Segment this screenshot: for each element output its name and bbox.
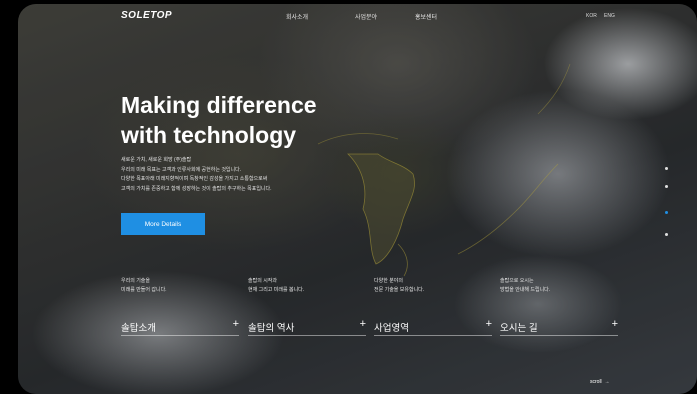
card-desc-line: 현재 그리고 미래를 봅니다.: [248, 287, 305, 293]
slide-dot[interactable]: [665, 167, 668, 170]
hero-frame: SOLETOP 회사소개 사업분야 홍보센터 KOR ENG Making di…: [18, 4, 697, 394]
scroll-indicator[interactable]: scroll →: [590, 379, 609, 385]
arrow-right-icon: →: [603, 379, 610, 385]
plus-icon[interactable]: +: [360, 319, 366, 330]
slide-pagination: [665, 167, 671, 239]
hero-title: Making difference with technology: [121, 90, 421, 150]
card-desc-line: 다양한 분야의: [374, 278, 403, 284]
card-desc-line: 방법을 안내해 드립니다.: [500, 287, 551, 293]
card-company-intro[interactable]: 우리의 기술을 미래를 만들어 갑니다. 솔탑소개 +: [121, 277, 239, 337]
hero-description: 새로운 가치, 새로운 희망 (주)솔탑 우리의 미래 목표는 고객과 인류사회…: [121, 156, 381, 194]
card-desc-line: 우리의 기술을: [121, 278, 150, 284]
card-desc-line: 전문 기술을 보유합니다.: [374, 287, 425, 293]
divider: [248, 335, 366, 336]
plus-icon[interactable]: +: [486, 319, 492, 330]
hero-title-line2: with technology: [121, 122, 297, 148]
hero-desc-line: 다양한 목표아래 미래지향적이며 독창적인 감성을 가지고 소통함으로써: [121, 176, 268, 182]
hero-desc-line: 우리의 미래 목표는 고객과 인류사회에 공헌하는 것입니다.: [121, 166, 242, 173]
card-label: 솔탑소개: [121, 323, 156, 334]
divider: [374, 335, 492, 336]
hero-desc-line: 고객의 가치를 존중하고 함께 성장하는 것이 솔탑의 추구하는 목표입니다.: [121, 185, 272, 192]
slide-dot[interactable]: [665, 233, 668, 236]
card-label: 사업영역: [374, 323, 409, 334]
slide-dot-active[interactable]: [665, 211, 668, 214]
hero-desc-line: 새로운 가치, 새로운 희망 (주)솔탑: [121, 157, 192, 163]
card-desc-line: 솔탑으로 오시는: [500, 278, 534, 284]
top-header: SOLETOP 회사소개 사업분야 홍보센터 KOR ENG: [18, 4, 697, 30]
divider: [500, 335, 618, 336]
lang-eng[interactable]: ENG: [604, 13, 615, 19]
card-history[interactable]: 솔탑의 시작과 현재 그리고 미래를 봅니다. 솔탑의 역사 +: [248, 277, 366, 337]
plus-icon[interactable]: +: [233, 319, 239, 330]
slide-dot[interactable]: [665, 185, 668, 188]
plus-icon[interactable]: +: [612, 319, 618, 330]
soletop-logo[interactable]: SOLETOP: [121, 10, 172, 21]
card-directions[interactable]: 솔탑으로 오시는 방법을 안내해 드립니다. 오시는 길 +: [500, 277, 618, 337]
nav-item-business[interactable]: 사업분야: [355, 12, 377, 21]
hero-title-line1: Making difference: [121, 92, 317, 118]
nav-item-pr[interactable]: 홍보센터: [415, 12, 437, 21]
card-business-area[interactable]: 다양한 분야의 전문 기술을 보유합니다. 사업영역 +: [374, 277, 492, 337]
nav-item-company[interactable]: 회사소개: [286, 12, 308, 21]
card-label: 오시는 길: [500, 323, 538, 334]
card-label: 솔탑의 역사: [248, 323, 295, 334]
card-desc-line: 미래를 만들어 갑니다.: [121, 287, 167, 293]
scroll-label: scroll: [590, 379, 602, 385]
divider: [121, 335, 239, 336]
more-details-button[interactable]: More Details: [121, 213, 205, 235]
card-desc-line: 솔탑의 시작과: [248, 278, 277, 284]
lang-kor[interactable]: KOR: [586, 13, 597, 19]
